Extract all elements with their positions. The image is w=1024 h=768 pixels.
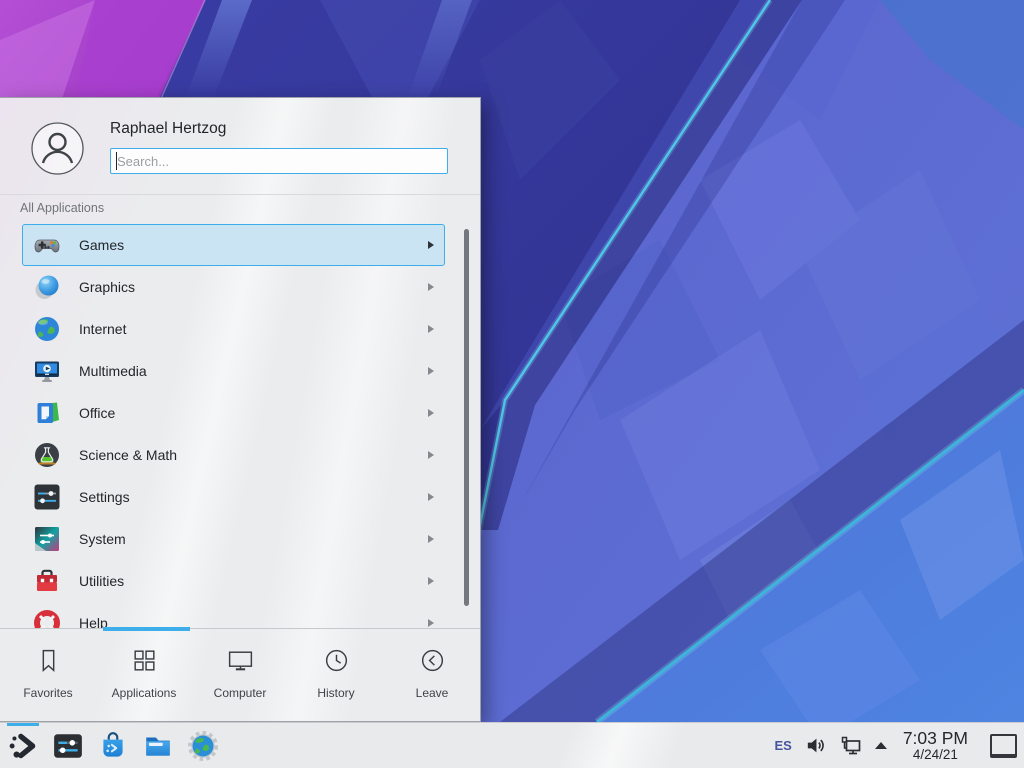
menu-tab-bar: Favorites Applications Computer xyxy=(0,628,480,724)
keyboard-layout-indicator[interactable]: ES xyxy=(774,738,791,753)
clock-icon xyxy=(322,646,351,675)
sphere-icon xyxy=(33,273,61,301)
monitor-icon xyxy=(226,646,255,675)
menu-item-office[interactable]: Office xyxy=(22,392,445,434)
tab-label: Leave xyxy=(416,686,449,700)
submenu-arrow-icon xyxy=(428,367,434,375)
search-input[interactable] xyxy=(110,148,448,174)
menu-item-label: System xyxy=(79,531,126,547)
menu-item-multimedia[interactable]: Multimedia xyxy=(22,350,445,392)
flask-icon xyxy=(33,441,61,469)
tab-leave[interactable]: Leave xyxy=(384,629,480,724)
volume-icon[interactable] xyxy=(804,734,827,757)
expand-tray-arrow[interactable] xyxy=(875,742,887,749)
app-launcher-icon[interactable] xyxy=(7,730,39,762)
folder-icon[interactable] xyxy=(142,730,174,762)
tab-label: History xyxy=(317,686,354,700)
media-screen-icon xyxy=(33,357,61,385)
menu-item-help[interactable]: Help xyxy=(22,602,445,628)
submenu-arrow-icon xyxy=(428,451,434,459)
menu-item-label: Games xyxy=(79,237,124,253)
menu-item-science-math[interactable]: Science & Math xyxy=(22,434,445,476)
digital-clock[interactable]: 7:03 PM 4/24/21 xyxy=(903,729,968,762)
user-name: Raphael Hertzog xyxy=(110,120,226,138)
menu-item-internet[interactable]: Internet xyxy=(22,308,445,350)
application-category-list: Games Graphics xyxy=(0,224,480,628)
submenu-arrow-icon xyxy=(428,577,434,585)
system-tray: ES 7:03 PM 4/24/21 xyxy=(774,729,1017,762)
menu-item-games[interactable]: Games xyxy=(22,224,445,266)
tab-label: Computer xyxy=(214,686,267,700)
discover-bag-icon[interactable] xyxy=(97,730,129,762)
menu-item-label: Settings xyxy=(79,489,130,505)
clock-time: 7:03 PM xyxy=(903,729,968,748)
show-desktop-button[interactable] xyxy=(990,734,1017,758)
list-scrollbar[interactable] xyxy=(464,229,469,606)
lifebuoy-icon xyxy=(33,609,61,628)
submenu-arrow-icon xyxy=(428,619,434,627)
menu-item-label: Science & Math xyxy=(79,447,177,463)
menu-item-label: Graphics xyxy=(79,279,135,295)
toolbox-icon xyxy=(33,567,61,595)
application-launcher-menu: Raphael Hertzog All Applications xyxy=(0,97,481,722)
submenu-arrow-icon xyxy=(428,325,434,333)
system-sliders-icon xyxy=(33,525,61,553)
globe-gear-icon[interactable] xyxy=(187,730,219,762)
tab-label: Applications xyxy=(112,686,177,700)
user-avatar[interactable] xyxy=(31,122,84,175)
globe-icon xyxy=(33,315,61,343)
taskbar: ES 7:03 PM 4/24/21 xyxy=(0,722,1024,768)
leave-icon xyxy=(418,646,447,675)
network-icon[interactable] xyxy=(839,734,863,758)
menu-item-utilities[interactable]: Utilities xyxy=(22,560,445,602)
tab-history[interactable]: History xyxy=(288,629,384,724)
grid-icon xyxy=(130,646,159,675)
menu-item-label: Office xyxy=(79,405,115,421)
tab-label: Favorites xyxy=(23,686,72,700)
launcher-active-indicator xyxy=(7,723,39,726)
bookmark-icon xyxy=(34,646,63,675)
sliders-icon xyxy=(33,483,61,511)
system-settings-icon[interactable] xyxy=(52,730,84,762)
submenu-arrow-icon xyxy=(428,493,434,501)
tab-applications[interactable]: Applications xyxy=(96,629,192,724)
clock-date: 4/24/21 xyxy=(913,748,958,762)
menu-item-label: Multimedia xyxy=(79,363,147,379)
header-divider xyxy=(0,194,480,195)
desktop: Raphael Hertzog All Applications xyxy=(0,0,1024,768)
section-label: All Applications xyxy=(20,201,104,215)
submenu-arrow-icon xyxy=(428,535,434,543)
tab-computer[interactable]: Computer xyxy=(192,629,288,724)
menu-item-system[interactable]: System xyxy=(22,518,445,560)
submenu-arrow-icon xyxy=(428,241,434,249)
submenu-arrow-icon xyxy=(428,409,434,417)
menu-item-settings[interactable]: Settings xyxy=(22,476,445,518)
menu-item-graphics[interactable]: Graphics xyxy=(22,266,445,308)
active-tab-indicator xyxy=(103,627,190,631)
submenu-arrow-icon xyxy=(428,283,434,291)
menu-item-label: Utilities xyxy=(79,573,124,589)
text-caret xyxy=(116,152,117,170)
menu-item-label: Internet xyxy=(79,321,126,337)
documents-icon xyxy=(33,399,61,427)
tab-favorites[interactable]: Favorites xyxy=(0,629,96,724)
gamepad-icon xyxy=(33,231,61,259)
